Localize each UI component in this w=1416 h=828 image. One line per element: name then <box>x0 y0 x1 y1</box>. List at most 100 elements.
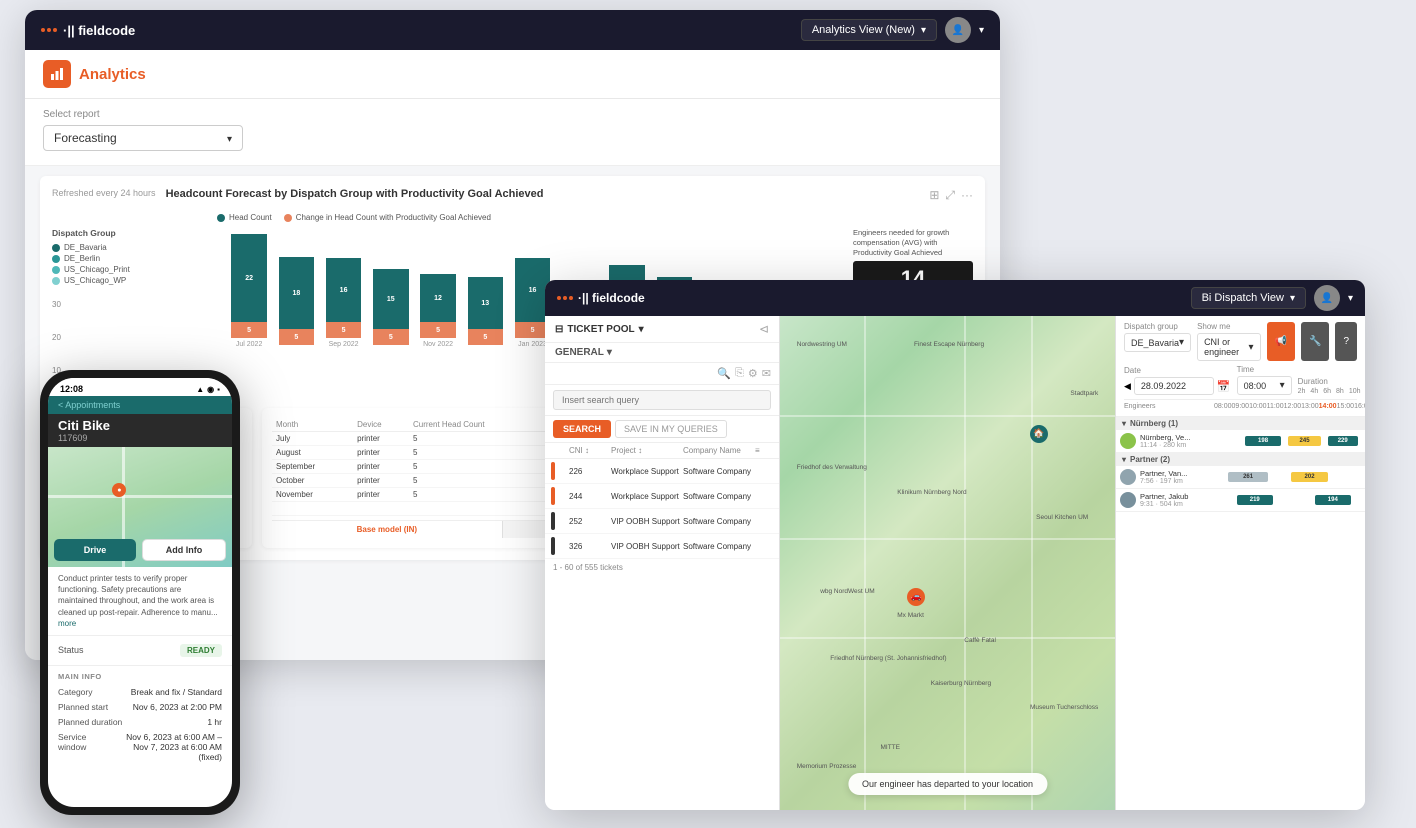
slot-6h[interactable]: 6h <box>1323 388 1331 395</box>
general-filter-badge[interactable]: GENERAL <box>545 343 779 363</box>
duration-wrapper: Duration 2h 4h 6h 8h 10h 12h 16h 24h <box>1298 377 1365 395</box>
dispatch-topbar-right: Bi Dispatch View 👤 ▾ <box>1191 285 1353 311</box>
status-value-badge: READY <box>180 644 222 657</box>
phone-map-buttons: Drive Add Info <box>48 533 232 567</box>
search-icon[interactable]: 🔍 <box>717 367 731 380</box>
back-button[interactable]: < Appointments <box>58 400 120 410</box>
time-slots-header: 08:00 09:00 10:00 11:00 12:00 13:00 14:0… <box>1214 403 1365 410</box>
time-wrapper: Time 08:00 <box>1237 365 1292 395</box>
dispatch-group-select[interactable]: DE_Bavaria <box>1124 333 1191 352</box>
map-background: Nordwestring UM Finest Escape Nürnberg S… <box>780 316 1115 810</box>
drive-button[interactable]: Drive <box>54 539 136 561</box>
schedule-bar-245: 245 <box>1288 436 1321 446</box>
dispatch-user-avatar[interactable]: 👤 <box>1314 285 1340 311</box>
email-icon[interactable]: ✉ <box>762 367 771 380</box>
ticket-pool-dropdown-icon[interactable] <box>639 324 644 335</box>
legend-change: Change in Head Count with Productivity G… <box>284 213 491 222</box>
user-avatar[interactable]: 👤 <box>945 17 971 43</box>
schedule-bar-202: 202 <box>1291 472 1328 482</box>
expand-icon[interactable]: ⤢ <box>945 188 955 203</box>
duration-label: Duration <box>1298 377 1365 386</box>
more-link[interactable]: more <box>58 619 76 628</box>
map-label-museum-t: Museum Tucherschloss <box>1030 704 1098 711</box>
map-label-nw: Nordwestring UM <box>797 341 847 348</box>
slot-8h[interactable]: 8h <box>1336 388 1344 395</box>
tools-button[interactable]: 🔧 <box>1301 322 1329 361</box>
action-button[interactable]: 📢 <box>1267 322 1295 361</box>
copy-icon[interactable]: ⎘ <box>735 367 744 380</box>
ticket-row[interactable]: 252 VIP OOBH Support Software Company <box>545 509 779 534</box>
logo-icon <box>41 28 57 32</box>
dispatch-view-dropdown[interactable]: Bi Dispatch View <box>1191 287 1306 309</box>
ticket-pool-collapse-icon[interactable]: ⊲ <box>759 322 769 336</box>
map-road-v <box>964 316 966 810</box>
search-input-row <box>545 385 779 416</box>
show-me-select[interactable]: CNI or engineer <box>1197 333 1260 361</box>
dispatch-logo-icon <box>557 296 573 300</box>
map-pin-home: 🏠 <box>1030 425 1048 443</box>
bar-nov2022: 5 12 Nov 2022 <box>416 274 460 348</box>
schedule-bar-229: 229 <box>1328 436 1358 446</box>
ticket-pool-title: ⊟ TICKET POOL <box>555 324 644 335</box>
engineer-avatar <box>1120 469 1136 485</box>
engineer-schedule-bar-3: 219 194 <box>1195 492 1361 508</box>
dispatch-group-label: Dispatch group <box>1124 322 1191 331</box>
phone-nav-header: < Appointments <box>48 396 232 414</box>
date-label: Date <box>1124 366 1231 375</box>
engineer-row-nurnberg: Nürnberg, Ve... 11:14 · 280 km 198 245 2… <box>1116 430 1365 453</box>
more-icon[interactable]: ··· <box>961 188 973 203</box>
dispatch-group-label: Dispatch Group <box>52 228 212 238</box>
add-info-button[interactable]: Add Info <box>142 539 226 561</box>
partner-expand-icon[interactable]: ▾ <box>1122 455 1126 464</box>
dispatch-dropdown-icon <box>1290 292 1295 304</box>
slot-10h[interactable]: 10h <box>1349 388 1361 395</box>
battery-icon: ▪ <box>217 385 220 394</box>
chart-legend-row: Head Count Change in Head Count with Pro… <box>52 213 973 222</box>
ticket-row[interactable]: 226 Workplace Support Software Company <box>545 459 779 484</box>
phone-service-id: 117609 <box>58 433 222 443</box>
settings-icon[interactable]: ⚙ <box>748 367 758 380</box>
tab-base-model[interactable]: Base model (IN) <box>272 521 503 538</box>
dropdown-arrow-icon <box>921 24 926 36</box>
map-label-escape: Finest Escape Nürnberg <box>914 341 984 348</box>
date-prev-icon[interactable]: ◀ <box>1124 381 1131 392</box>
status-indicator <box>551 537 555 555</box>
ticket-table-header: CNI ↕ Project ↕ Company Name ≡ <box>545 443 779 459</box>
engineer-info: Partner, Van... 7:56 · 197 km <box>1140 469 1195 485</box>
engineer-row-partner-van: Partner, Van... 7:56 · 197 km 261 202 <box>1116 466 1365 489</box>
date-select[interactable]: 28.09.2022 <box>1134 377 1214 395</box>
info-row-planned-start: Planned start Nov 6, 2023 at 2:00 PM <box>58 702 222 712</box>
ticket-row[interactable]: 326 VIP OOBH Support Software Company <box>545 534 779 559</box>
engineer-col-header: Engineers <box>1124 403 1214 410</box>
slot-2h[interactable]: 2h <box>1298 388 1306 395</box>
save-query-button[interactable]: SAVE IN MY QUERIES <box>615 420 727 438</box>
partner-section-header: ▾ Partner (2) <box>1116 453 1365 466</box>
time-select[interactable]: 08:00 <box>1237 376 1292 395</box>
analytics-header: Analytics <box>25 50 1000 99</box>
search-button[interactable]: SEARCH <box>553 420 611 438</box>
map-label-caffe: Caffè Fatal <box>964 637 996 644</box>
time-select-icon <box>1280 380 1285 391</box>
ticket-action-icons: 🔍 ⎘ ⚙ ✉ <box>717 367 771 380</box>
section-expand-icon[interactable]: ▾ <box>1122 419 1126 428</box>
engineer-schedule-bar: 198 245 229 <box>1195 433 1361 449</box>
slot-4h[interactable]: 4h <box>1310 388 1318 395</box>
date-calendar-icon[interactable]: 📅 <box>1217 380 1231 393</box>
phone-map-area: ● Drive Add Info <box>48 447 232 567</box>
ticket-search-input[interactable] <box>553 390 771 410</box>
map-label-stadtpark: Stadtpark <box>1070 390 1098 397</box>
engineer-meta: 9:31 · 504 km <box>1140 501 1195 508</box>
ticket-row[interactable]: 244 Workplace Support Software Company <box>545 484 779 509</box>
filter-icon[interactable]: ⊞ <box>929 188 939 203</box>
map-road-v <box>1031 316 1033 810</box>
phone-status-icons: ▲ ◉ ▪ <box>196 385 220 394</box>
engineer-avatar <box>1120 492 1136 508</box>
view-selector-dropdown[interactable]: Analytics View (New) <box>801 19 937 41</box>
show-me-icon <box>1249 342 1254 353</box>
report-select-dropdown[interactable]: Forecasting <box>43 125 243 151</box>
time-label: Time <box>1237 365 1292 374</box>
dispatch-user-chevron-icon[interactable]: ▾ <box>1348 293 1353 304</box>
user-menu-chevron-icon[interactable]: ▾ <box>979 25 984 36</box>
help-button[interactable]: ? <box>1335 322 1357 361</box>
phone-info-section: MAIN INFO Category Break and fix / Stand… <box>48 666 232 773</box>
